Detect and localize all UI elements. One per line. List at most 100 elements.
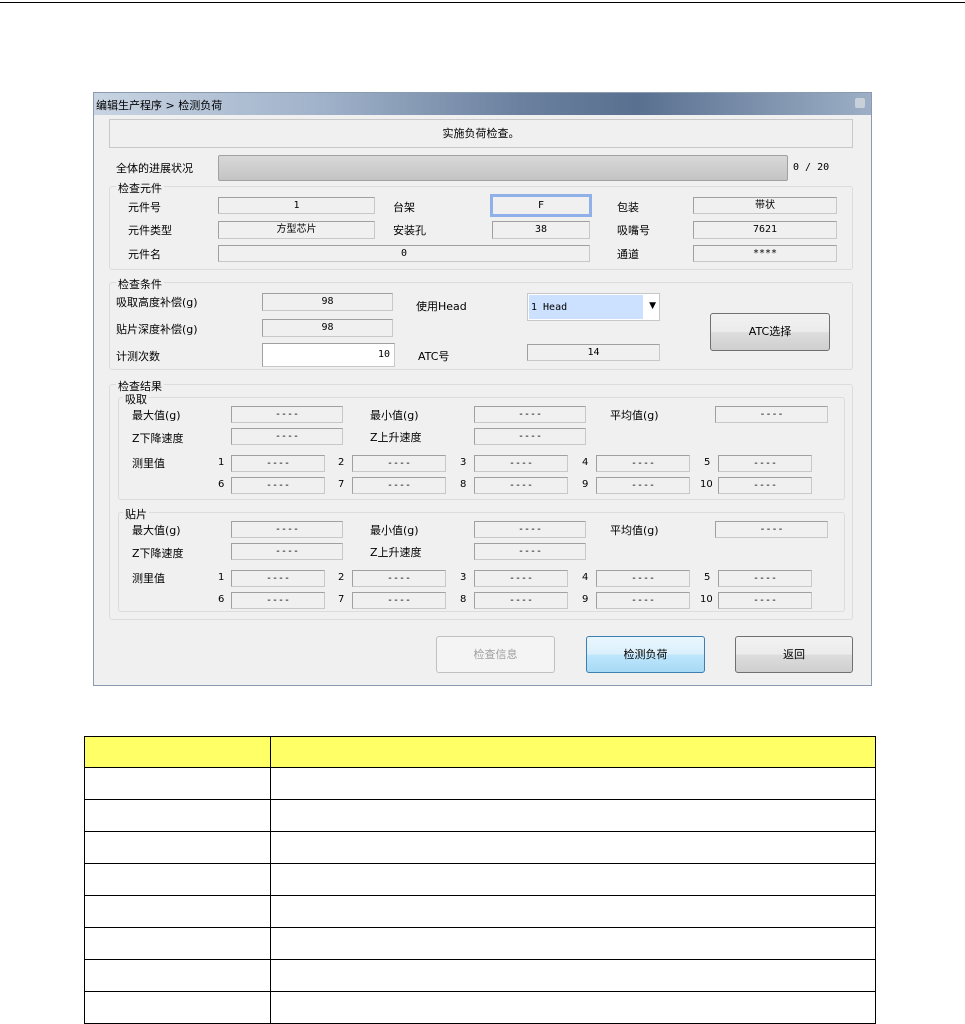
measure-index: 1 (218, 572, 225, 583)
message-box: 实施负荷检查。 (109, 119, 853, 148)
lane-label: 通道 (617, 248, 639, 261)
measured-value-field: ---- (474, 592, 568, 609)
min-label: 最小值(g) (370, 409, 419, 422)
measure-index: 5 (704, 457, 711, 468)
measure-index: 3 (460, 572, 467, 583)
name-field: 0 (218, 245, 590, 262)
type-field: 方型芯片 (218, 221, 375, 239)
measured-value-field: ---- (231, 477, 325, 494)
max-field: ---- (231, 406, 343, 423)
overall-progress-bar (218, 155, 788, 181)
z-up-speed-label: Z上升速度 (370, 431, 422, 444)
measured-value-field: ---- (352, 455, 446, 472)
slot-label: 安装孔 (393, 224, 426, 237)
avg-label: 平均值(g) (610, 409, 659, 422)
measured-value-field: ---- (596, 455, 690, 472)
atc-field: 14 (527, 344, 660, 361)
message-text: 实施负荷检查。 (442, 127, 520, 140)
z-down-speed-field: ---- (231, 428, 343, 445)
doc-table (84, 736, 876, 1024)
measured-value-field: ---- (474, 570, 568, 587)
feeder-field[interactable]: F (490, 194, 592, 217)
type-label: 元件类型 (128, 224, 172, 237)
part-no-label: 元件号 (128, 201, 161, 214)
table-header-row (84, 736, 876, 768)
measured-value-field: ---- (718, 455, 812, 472)
min-label: 最小值(g) (370, 524, 419, 537)
feeder-label: 台架 (393, 201, 415, 214)
measured-value-field: ---- (231, 592, 325, 609)
measured-value-field: ---- (596, 477, 690, 494)
measure-load-button[interactable]: 检测负荷 (586, 636, 705, 673)
lane-field: **** (693, 245, 837, 262)
count-input[interactable]: 10 (262, 343, 395, 367)
table-row (84, 799, 876, 832)
place-comp-field: 98 (262, 319, 393, 337)
count-label: 计测次数 (116, 350, 160, 363)
subgroup-title: 贴片 (123, 506, 149, 522)
avg-field: ---- (715, 521, 828, 538)
measured-value-field: ---- (352, 592, 446, 609)
close-icon[interactable] (855, 98, 865, 108)
window-title: 编辑生产程序 > 检测负荷 (96, 99, 223, 112)
name-label: 元件名 (128, 248, 161, 261)
table-row (84, 895, 876, 928)
measured-label: 测里值 (132, 572, 165, 585)
measure-index: 8 (460, 479, 467, 490)
measure-index: 10 (700, 594, 713, 605)
part-no-field: 1 (218, 197, 375, 214)
measure-index: 2 (338, 572, 345, 583)
measure-index: 6 (218, 594, 225, 605)
measured-value-field: ---- (596, 592, 690, 609)
z-up-speed-field: ---- (474, 428, 586, 445)
measured-label: 测里值 (132, 457, 165, 470)
title-bar: 编辑生产程序 > 检测负荷 (94, 93, 871, 115)
atc-label: ATC号 (418, 350, 450, 363)
measure-index: 7 (338, 479, 345, 490)
nozzle-label: 吸嘴号 (617, 224, 650, 237)
slot-field: 38 (492, 221, 590, 239)
measured-value-field: ---- (596, 570, 690, 587)
measure-index: 9 (582, 479, 589, 490)
measured-value-field: ---- (474, 455, 568, 472)
page-header-rule (0, 2, 965, 3)
measured-value-field: ---- (718, 477, 812, 494)
measure-index: 10 (700, 479, 713, 490)
measure-index: 9 (582, 594, 589, 605)
z-up-speed-label: Z上升速度 (370, 546, 422, 559)
max-label: 最大值(g) (132, 524, 181, 537)
z-down-speed-field: ---- (231, 543, 343, 560)
measure-index: 6 (218, 479, 225, 490)
head-selected-value: 1 Head (529, 295, 643, 319)
pick-comp-field: 98 (262, 293, 393, 311)
back-button[interactable]: 返回 (735, 636, 853, 673)
chevron-down-icon[interactable]: ▼ (649, 301, 656, 311)
z-down-speed-label: Z下降速度 (132, 432, 184, 445)
measure-index: 8 (460, 594, 467, 605)
min-field: ---- (474, 406, 586, 423)
measure-index: 2 (338, 457, 345, 468)
package-label: 包装 (617, 201, 639, 214)
table-row (84, 831, 876, 864)
table-row (84, 863, 876, 896)
measure-index: 5 (704, 572, 711, 583)
measure-index: 4 (582, 572, 589, 583)
measured-value-field: ---- (474, 477, 568, 494)
inspection-info-button[interactable]: 检查信息 (436, 636, 555, 673)
nozzle-field: 7621 (693, 221, 837, 239)
head-select[interactable]: 1 Head ▼ (527, 293, 660, 321)
max-field: ---- (231, 521, 343, 538)
avg-label: 平均值(g) (610, 524, 659, 537)
measured-value-field: ---- (352, 570, 446, 587)
table-row (84, 991, 876, 1024)
table-row (84, 959, 876, 992)
atc-select-button[interactable]: ATC选择 (710, 313, 830, 351)
measured-value-field: ---- (352, 477, 446, 494)
place-comp-label: 贴片深度补偿(g) (116, 323, 198, 336)
progress-text: 0 / 20 (793, 162, 830, 173)
measure-index: 7 (338, 594, 345, 605)
subgroup-title: 吸取 (123, 391, 149, 407)
min-field: ---- (474, 521, 586, 538)
group-title: 检查条件 (116, 276, 164, 292)
avg-field: ---- (715, 406, 828, 423)
